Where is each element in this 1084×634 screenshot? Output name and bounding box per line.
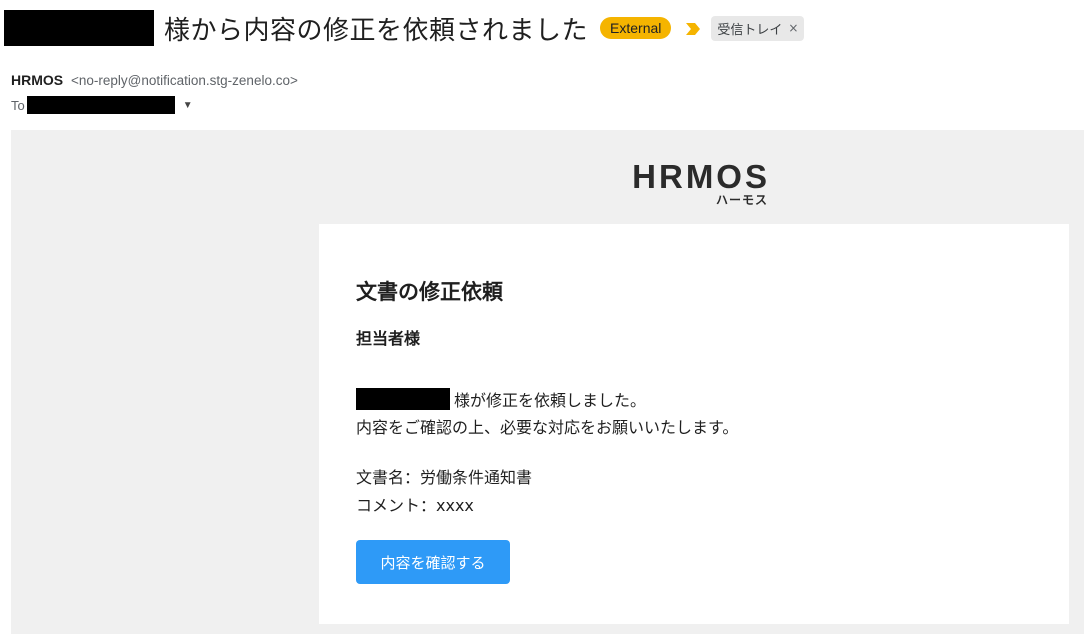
document-name: 文書名：労働条件通知書 <box>356 468 533 487</box>
logo-subtitle: ハーモス <box>715 193 768 207</box>
message-card: 文書の修正依頼 担当者様 様が修正を依頼しました。 内容をご確認の上、必要な対応… <box>319 224 1069 624</box>
sender-name: HRMOS <box>11 72 64 88</box>
importance-marker-icon[interactable] <box>685 21 701 35</box>
confirm-content-button[interactable]: 内容を確認する <box>356 540 510 584</box>
body-line-2: 内容をご確認の上、必要な対応をお願いいたします。 <box>356 418 739 437</box>
inbox-label-chip[interactable]: 受信トレイ × <box>711 15 805 41</box>
inbox-label-text: 受信トレイ <box>717 22 783 38</box>
email-body: HRMOS ハーモス 文書の修正依頼 担当者様 様が修正を依頼しました。 内容を… <box>11 130 1084 634</box>
card-greeting: 担当者様 <box>356 329 421 348</box>
remove-label-icon[interactable]: × <box>788 21 798 35</box>
body-line-1: 様が修正を依頼しました。 <box>356 387 646 411</box>
card-title: 文書の修正依頼 <box>356 280 503 304</box>
external-badge: External <box>600 17 672 39</box>
hrmos-logo: HRMOS ハーモス <box>618 158 770 208</box>
sender-row: HRMOS <no-reply@notification.stg-zenelo.… <box>11 72 298 88</box>
sender-email: <no-reply@notification.stg-zenelo.co> <box>71 73 298 88</box>
recipient-row: To ▼ <box>11 96 193 114</box>
comment: コメント：xxxx <box>356 496 474 515</box>
redacted-sender-name <box>4 10 154 46</box>
email-subject: 様から内容の修正を依頼されました <box>164 15 589 46</box>
redacted-recipient <box>26 96 175 114</box>
body-line-1-text: 様が修正を依頼しました。 <box>454 391 647 410</box>
chevron-down-icon[interactable]: ▼ <box>183 100 193 111</box>
to-label: To <box>11 97 25 113</box>
redacted-requester-name <box>356 388 450 410</box>
email-subject-row: 様から内容の修正を依頼されました External 受信トレイ × <box>0 8 805 48</box>
